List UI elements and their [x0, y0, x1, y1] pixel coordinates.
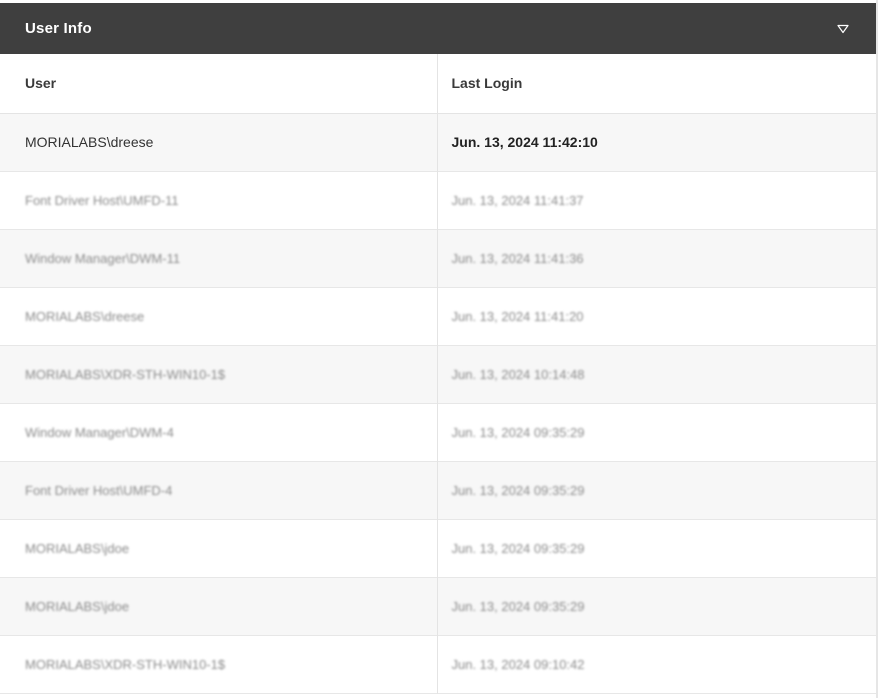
table-row[interactable]: Font Driver Host\UMFD-4 Jun. 13, 2024 09:… [0, 461, 876, 519]
table-row[interactable]: MORIALABS\dreese Jun. 13, 2024 11:41:20 [0, 287, 876, 345]
last-login-cell: Jun. 13, 2024 11:41:36 [436, 229, 876, 287]
user-cell: Font Driver Host\UMFD-4 [0, 461, 437, 519]
last-login-cell: Jun. 13, 2024 11:41:37 [436, 171, 876, 229]
user-name: Font Driver Host\UMFD-4 [25, 483, 173, 498]
user-name: MORIALABS\XDR-STH-WIN10-1$ [25, 657, 226, 672]
user-cell: Font Driver Host\UMFD-11 [0, 171, 437, 229]
last-login-time: Jun. 13, 2024 09:35:29 [451, 599, 585, 614]
last-login-cell: Jun. 13, 2024 09:10:42 [436, 635, 876, 693]
last-login-time: Jun. 13, 2024 10:14:48 [451, 367, 585, 382]
user-info-table: User Last Login MORIALABS\dreese Jun. 13,… [0, 54, 876, 694]
user-cell: MORIALABS\XDR-STH-WIN10-1$ [0, 635, 437, 693]
user-name: MORIALABS\jdoe [25, 541, 130, 556]
last-login-cell: Jun. 13, 2024 09:35:29 [436, 577, 876, 635]
user-name: MORIALABS\jdoe [25, 599, 130, 614]
user-cell: Window Manager\DWM-11 [0, 229, 437, 287]
last-login-time: Jun. 13, 2024 11:42:10 [451, 134, 598, 150]
user-cell: MORIALABS\dreese [0, 287, 437, 345]
table-row[interactable]: MORIALABS\jdoe Jun. 13, 2024 09:35:29 [0, 577, 876, 635]
user-cell: MORIALABS\jdoe [0, 577, 437, 635]
table-row[interactable]: Window Manager\DWM-4 Jun. 13, 2024 09:35:… [0, 403, 876, 461]
user-name: Window Manager\DWM-4 [25, 425, 174, 440]
table-row[interactable]: MORIALABS\dreese Jun. 13, 2024 11:42:10 [0, 113, 876, 171]
last-login-time: Jun. 13, 2024 09:10:42 [451, 657, 585, 672]
user-cell: MORIALABS\dreese [0, 113, 437, 171]
last-login-cell: Jun. 13, 2024 09:35:29 [436, 461, 876, 519]
last-login-time: Jun. 13, 2024 09:35:29 [451, 483, 585, 498]
table-row[interactable]: MORIALABS\XDR-STH-WIN10-1$ Jun. 13, 2024 … [0, 635, 876, 693]
table-row[interactable]: Font Driver Host\UMFD-11 Jun. 13, 2024 11… [0, 171, 876, 229]
user-name: MORIALABS\dreese [25, 134, 154, 150]
user-name: MORIALABS\dreese [25, 309, 145, 324]
user-name: Font Driver Host\UMFD-11 [25, 193, 179, 208]
user-name: Window Manager\DWM-11 [25, 251, 181, 266]
table-row[interactable]: MORIALABS\jdoe Jun. 13, 2024 09:35:29 [0, 519, 876, 577]
user-cell: MORIALABS\jdoe [0, 519, 437, 577]
table-row[interactable]: MORIALABS\XDR-STH-WIN10-1$ Jun. 13, 2024 … [0, 345, 876, 403]
last-login-cell: Jun. 13, 2024 11:41:20 [436, 287, 876, 345]
triangle-down-icon[interactable] [836, 22, 850, 36]
last-login-cell: Jun. 13, 2024 09:35:29 [436, 403, 876, 461]
panel-header[interactable]: User Info [0, 0, 876, 54]
last-login-time: Jun. 13, 2024 09:35:29 [451, 425, 585, 440]
last-login-cell: Jun. 13, 2024 11:42:10 [436, 113, 876, 171]
table-body: MORIALABS\dreese Jun. 13, 2024 11:42:10 Fo… [0, 113, 876, 693]
last-login-time: Jun. 13, 2024 11:41:37 [451, 193, 584, 208]
last-login-time: Jun. 13, 2024 11:41:20 [451, 309, 584, 324]
user-name: MORIALABS\XDR-STH-WIN10-1$ [25, 367, 226, 382]
user-cell: Window Manager\DWM-4 [0, 403, 437, 461]
column-header-user[interactable]: User [0, 54, 437, 114]
panel-title: User Info [25, 20, 92, 37]
user-cell: MORIALABS\XDR-STH-WIN10-1$ [0, 345, 437, 403]
last-login-time: Jun. 13, 2024 09:35:29 [451, 541, 585, 556]
table-row[interactable]: Window Manager\DWM-11 Jun. 13, 2024 11:41… [0, 229, 876, 287]
column-header-last-login[interactable]: Last Login [436, 54, 876, 114]
table-header-row: User Last Login [0, 54, 876, 114]
user-info-panel: User Info User Last Login MORIALABS\dree… [0, 0, 878, 698]
last-login-cell: Jun. 13, 2024 10:14:48 [436, 345, 876, 403]
last-login-cell: Jun. 13, 2024 09:35:29 [436, 519, 876, 577]
last-login-time: Jun. 13, 2024 11:41:36 [451, 251, 584, 266]
